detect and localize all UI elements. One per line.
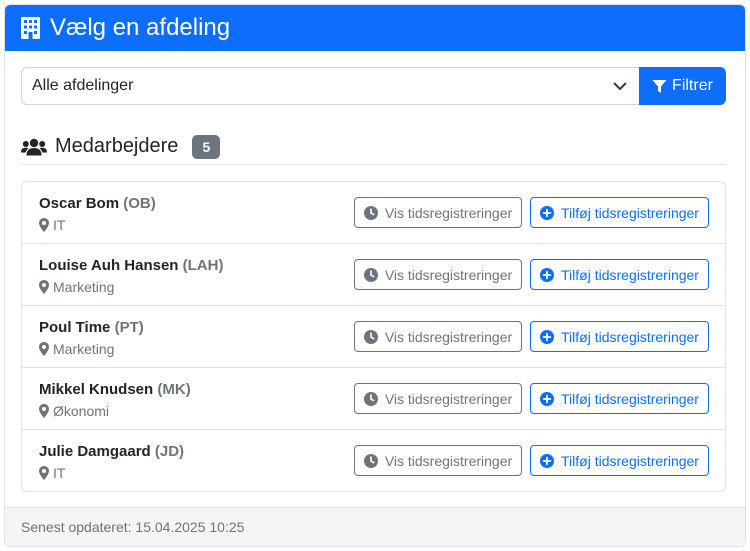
view-time-entries-label: Vis tidsregistreringer <box>384 328 513 345</box>
employee-name: Oscar Bom <box>39 195 120 212</box>
view-time-entries-label: Vis tidsregistreringer <box>384 390 513 407</box>
employee-name: Julie Damgaard <box>39 443 151 460</box>
plus-circle-icon <box>540 267 555 282</box>
view-time-entries-button[interactable]: Vis tidsregistreringer <box>354 321 522 352</box>
list-item: Poul Time (PT) Marketing Vis tidsregistr… <box>22 306 725 368</box>
map-marker-icon <box>39 280 49 294</box>
plus-circle-icon <box>540 453 555 468</box>
add-time-entries-label: Tilføj tidsregistreringer <box>561 266 699 283</box>
map-marker-icon <box>39 218 49 232</box>
view-time-entries-button[interactable]: Vis tidsregistreringer <box>354 383 522 414</box>
employee-count-badge: 5 <box>192 134 221 159</box>
view-time-entries-button[interactable]: Vis tidsregistreringer <box>354 259 522 290</box>
add-time-entries-label: Tilføj tidsregistreringer <box>561 204 699 221</box>
section-title: Medarbejdere <box>55 135 179 157</box>
clock-icon <box>363 267 378 282</box>
employee-department: Økonomi <box>53 403 110 419</box>
department-select-value: Alle afdelinger <box>32 77 134 94</box>
map-marker-icon <box>39 404 49 418</box>
employee-list: Oscar Bom (OB) IT Vis tidsregistreringer <box>21 181 726 492</box>
filter-row: Alle afdelinger Filtrer <box>21 67 726 105</box>
add-time-entries-button[interactable]: Tilføj tidsregistreringer <box>530 197 709 228</box>
view-time-entries-button[interactable]: Vis tidsregistreringer <box>354 445 522 476</box>
view-time-entries-label: Vis tidsregistreringer <box>384 266 513 283</box>
list-item: Oscar Bom (OB) IT Vis tidsregistreringer <box>22 182 725 244</box>
building-icon <box>21 17 40 39</box>
employee-name: Poul Time <box>39 319 111 336</box>
add-time-entries-label: Tilføj tidsregistreringer <box>561 328 699 345</box>
department-card: Vælg en afdeling Alle afdelinger Filtrer <box>4 4 746 547</box>
employee-initials: (LAH) <box>182 257 224 274</box>
list-item: Louise Auh Hansen (LAH) Marketing Vis ti… <box>22 244 725 306</box>
employee-initials: (MK) <box>157 381 191 398</box>
card-body: Alle afdelinger Filtrer Medarbejdere 5 O… <box>5 51 745 508</box>
users-icon <box>21 138 47 156</box>
employee-initials: (PT) <box>114 319 144 336</box>
employee-department: Marketing <box>53 279 115 295</box>
chevron-down-icon <box>613 82 627 91</box>
view-time-entries-label: Vis tidsregistreringer <box>384 452 513 469</box>
filter-button-label: Filtrer <box>672 77 713 94</box>
add-time-entries-button[interactable]: Tilføj tidsregistreringer <box>530 321 709 352</box>
employee-department: IT <box>53 465 66 481</box>
clock-icon <box>363 453 378 468</box>
page-title: Vælg en afdeling <box>50 14 231 41</box>
clock-icon <box>363 329 378 344</box>
view-time-entries-label: Vis tidsregistreringer <box>384 204 513 221</box>
clock-icon <box>363 205 378 220</box>
clock-icon <box>363 391 378 406</box>
map-marker-icon <box>39 342 49 356</box>
funnel-icon <box>652 79 667 94</box>
section-heading: Medarbejdere 5 <box>21 129 726 165</box>
plus-circle-icon <box>540 205 555 220</box>
list-item: Julie Damgaard (JD) IT Vis tidsregistrer… <box>22 430 725 491</box>
employee-name: Louise Auh Hansen <box>39 257 179 274</box>
add-time-entries-label: Tilføj tidsregistreringer <box>561 452 699 469</box>
add-time-entries-button[interactable]: Tilføj tidsregistreringer <box>530 383 709 414</box>
card-footer: Senest opdateret: 15.04.2025 10:25 <box>5 507 745 546</box>
plus-circle-icon <box>540 391 555 406</box>
add-time-entries-label: Tilføj tidsregistreringer <box>561 390 699 407</box>
employee-initials: (OB) <box>123 195 156 212</box>
card-header: Vælg en afdeling <box>5 5 745 51</box>
last-updated-text: Senest opdateret: 15.04.2025 10:25 <box>21 519 245 535</box>
add-time-entries-button[interactable]: Tilføj tidsregistreringer <box>530 445 709 476</box>
filter-button[interactable]: Filtrer <box>639 67 726 105</box>
map-marker-icon <box>39 466 49 480</box>
list-item: Mikkel Knudsen (MK) Økonomi Vis tidsregi… <box>22 368 725 430</box>
view-time-entries-button[interactable]: Vis tidsregistreringer <box>354 197 522 228</box>
employee-initials: (JD) <box>154 443 185 460</box>
department-select[interactable]: Alle afdelinger <box>21 67 639 105</box>
employee-department: IT <box>53 217 66 233</box>
plus-circle-icon <box>540 329 555 344</box>
employee-department: Marketing <box>53 341 115 357</box>
employee-name: Mikkel Knudsen <box>39 381 154 398</box>
add-time-entries-button[interactable]: Tilføj tidsregistreringer <box>530 259 709 290</box>
